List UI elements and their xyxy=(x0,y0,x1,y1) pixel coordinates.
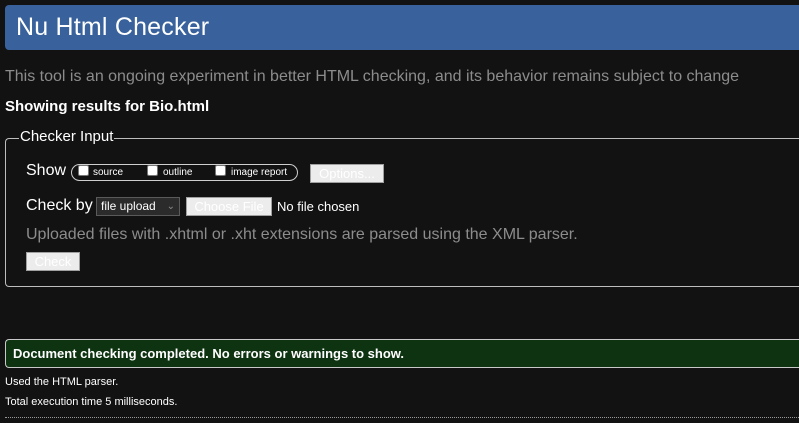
divider xyxy=(5,417,799,418)
show-label: Show xyxy=(26,162,67,179)
page-title: Nu Html Checker xyxy=(16,13,210,41)
check-button[interactable]: Check xyxy=(26,252,80,271)
source-checkbox[interactable] xyxy=(78,165,89,176)
choose-file-button[interactable]: Choose File xyxy=(186,197,272,216)
check-by-label: Check by xyxy=(26,197,93,214)
xml-parser-note: Uploaded files with .xhtml or .xht exten… xyxy=(26,226,578,243)
intro-text: This tool is an ongoing experiment in be… xyxy=(5,68,740,85)
success-message-box: Document checking completed. No errors o… xyxy=(5,339,799,368)
page-header: Nu Html Checker xyxy=(5,5,799,50)
file-status: No file chosen xyxy=(277,199,360,214)
timing-info: Total execution time 5 milliseconds. xyxy=(5,396,178,408)
check-by-selected-value: file upload xyxy=(101,199,156,213)
outline-option-label[interactable]: outline xyxy=(163,167,192,178)
show-options-group: source outline image report xyxy=(71,164,298,181)
options-button[interactable]: Options... xyxy=(310,164,384,183)
check-by-select[interactable]: file upload ⌄ xyxy=(96,197,180,216)
image-report-checkbox[interactable] xyxy=(215,165,226,176)
checker-input-legend: Checker Input xyxy=(19,128,115,145)
source-option-label[interactable]: source xyxy=(93,167,123,178)
image-report-option-label[interactable]: image report xyxy=(231,167,287,178)
chevron-down-icon: ⌄ xyxy=(166,201,175,212)
success-message: Document checking completed. No errors o… xyxy=(13,346,405,361)
results-heading: Showing results for Bio.html xyxy=(5,98,210,115)
parser-info: Used the HTML parser. xyxy=(5,376,119,388)
outline-checkbox[interactable] xyxy=(147,165,158,176)
